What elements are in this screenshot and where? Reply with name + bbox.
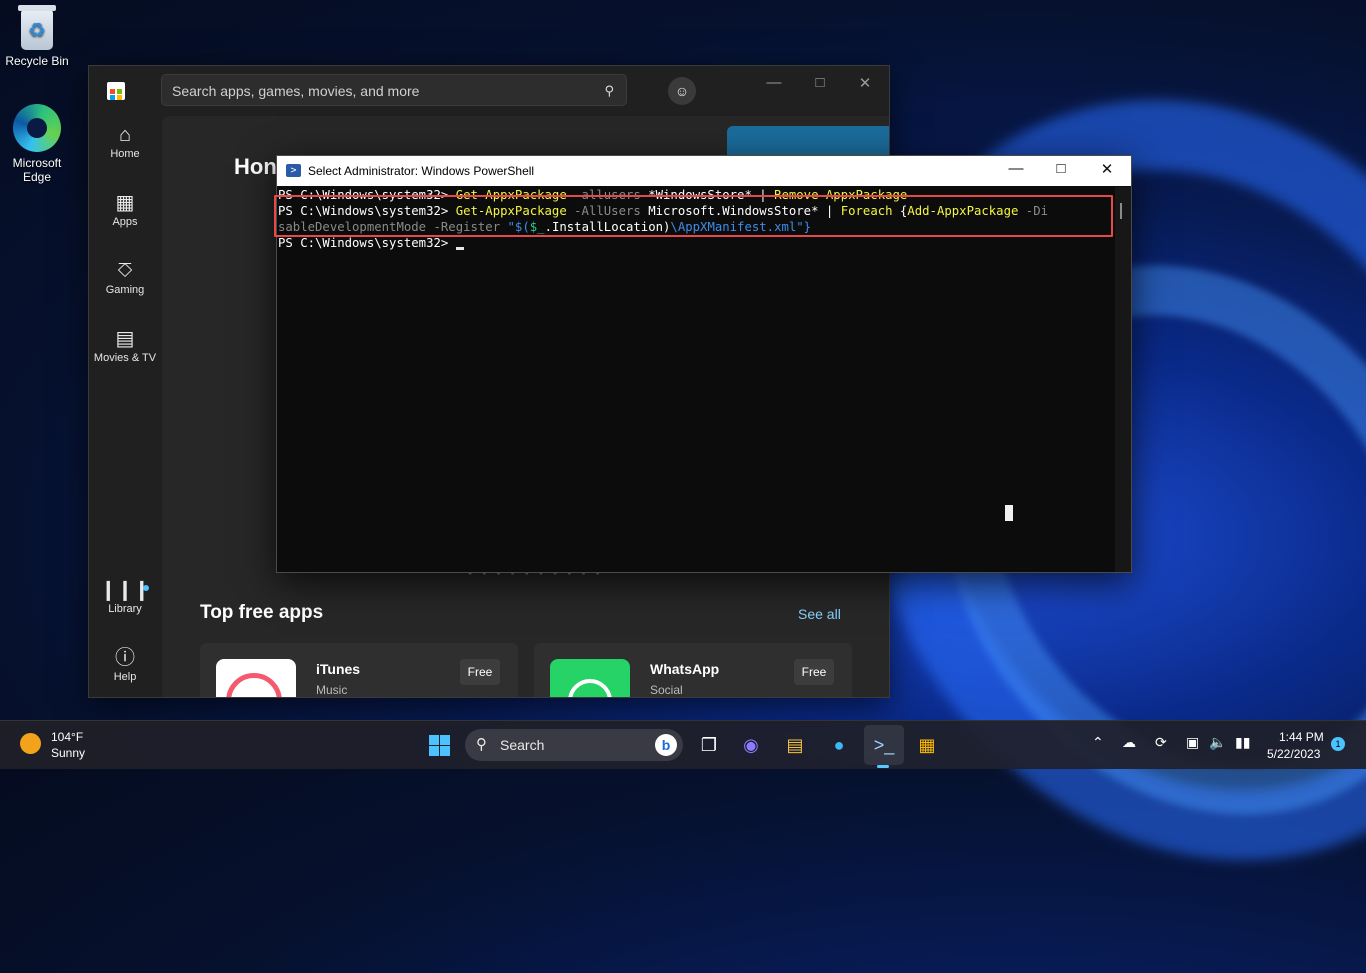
minimize-button[interactable]: —: [759, 74, 789, 91]
edge-taskbar-icon[interactable]: ●: [823, 730, 855, 760]
library-icon: ❙❙❙: [99, 579, 151, 601]
edge-label: Microsoft Edge: [12, 156, 62, 184]
app-category: Social: [650, 683, 683, 697]
weather-condition[interactable]: Sunny: [51, 746, 85, 760]
sidebar-item-label: Library: [108, 603, 142, 615]
page-title: Hon: [234, 154, 277, 179]
app-card-itunes[interactable]: iTunes Music Free: [200, 643, 518, 697]
scrollbar-thumb[interactable]: [1120, 203, 1122, 219]
sidebar-item-help[interactable]: ⓘ Help: [89, 645, 161, 697]
powershell-titlebar[interactable]: > Select Administrator: Windows PowerShe…: [277, 156, 1131, 186]
recycle-bin-label: Recycle Bin: [5, 54, 69, 68]
sidebar-item-gaming[interactable]: ⎏ Gaming: [89, 258, 161, 320]
app-name: WhatsApp: [650, 661, 720, 677]
task-view-icon[interactable]: ❐: [693, 730, 725, 760]
app-category: Music: [316, 683, 348, 697]
sidebar-item-label: Movies & TV: [93, 352, 157, 364]
window-title: Select Administrator: Windows PowerShell: [308, 164, 535, 178]
close-button[interactable]: ✕: [1092, 160, 1122, 178]
powershell-taskbar-icon[interactable]: >_: [868, 730, 900, 760]
close-button[interactable]: ✕: [850, 74, 880, 92]
display-icon[interactable]: ▣: [1186, 734, 1199, 751]
store-sidebar: ⌂ Home ▦ Apps ⎏ Gaming ▤ Movies & TV: [89, 116, 161, 388]
store-taskbar-icon[interactable]: ▦: [911, 730, 943, 760]
battery-icon[interactable]: ▮▮: [1235, 734, 1250, 751]
sidebar-item-apps[interactable]: ▦ Apps: [89, 190, 161, 252]
sidebar-item-library[interactable]: ❙❙❙ Library: [89, 577, 161, 639]
sun-icon[interactable]: [20, 733, 41, 754]
search-icon: ⚲: [476, 736, 487, 753]
weather-temperature[interactable]: 104°F: [51, 730, 83, 744]
highlight-annotation-box: [274, 195, 1113, 237]
sidebar-item-label: Apps: [112, 216, 138, 228]
terminal-scrollbar[interactable]: [1115, 187, 1131, 572]
clock-time[interactable]: 1:44 PM: [1279, 730, 1324, 744]
terminal-output[interactable]: PS C:\Windows\system32> Get-AppxPackage …: [277, 187, 1113, 572]
notification-badge[interactable]: 1: [1331, 737, 1345, 751]
chevron-up-icon[interactable]: ⌃: [1092, 734, 1104, 751]
get-free-button[interactable]: Free: [460, 659, 500, 685]
taskbar-search-label: Search: [500, 737, 545, 753]
desktop-icon-edge[interactable]: Microsoft Edge: [0, 104, 74, 184]
text-cursor: [455, 247, 464, 250]
gaming-icon: ⎏: [117, 260, 133, 282]
teams-chat-icon[interactable]: ◉: [735, 730, 767, 760]
sidebar-item-label: Gaming: [105, 284, 145, 296]
volume-icon[interactable]: 🔈: [1209, 734, 1226, 751]
profile-icon[interactable]: ☺: [668, 77, 696, 105]
taskbar: 104°F Sunny ⚲ Search b ❐ ◉ ▤ ● >_ ▦ ⌃ ☁ …: [0, 720, 1366, 769]
app-name: iTunes: [316, 661, 361, 677]
home-icon: ⌂: [118, 124, 132, 146]
clock-date[interactable]: 5/22/2023: [1267, 747, 1320, 761]
mouse-ibeam-cursor: [1005, 505, 1013, 521]
minimize-button[interactable]: —: [1001, 160, 1031, 177]
bing-icon[interactable]: b: [655, 734, 677, 756]
store-logo-icon: [107, 82, 125, 100]
see-all-link[interactable]: See all: [798, 606, 841, 622]
search-icon[interactable]: ⚲: [604, 75, 614, 107]
taskbar-search[interactable]: ⚲ Search b: [465, 729, 683, 761]
section-title: Top free apps: [200, 602, 324, 623]
store-search-input[interactable]: Search apps, games, movies, and more ⚲: [161, 74, 627, 106]
edge-icon: [13, 104, 61, 152]
whatsapp-icon: [550, 659, 630, 697]
store-sidebar-bottom: ❙❙❙ Library ⓘ Help: [89, 571, 161, 697]
library-update-badge: [143, 585, 149, 591]
sync-icon[interactable]: ⟳: [1155, 734, 1167, 751]
get-free-button[interactable]: Free: [794, 659, 834, 685]
onedrive-icon[interactable]: ☁: [1122, 734, 1136, 751]
sidebar-item-label: Home: [110, 148, 140, 160]
maximize-button[interactable]: □: [805, 74, 835, 91]
desktop-icon-recycle-bin[interactable]: Recycle Bin: [0, 0, 74, 68]
sidebar-item-home[interactable]: ⌂ Home: [89, 122, 161, 184]
app-card-whatsapp[interactable]: WhatsApp Social Free: [534, 643, 852, 697]
recycle-bin-icon: [18, 5, 56, 50]
terminal-line-4: PS C:\Windows\system32>: [278, 235, 464, 251]
store-search-placeholder: Search apps, games, movies, and more: [172, 83, 420, 99]
start-button[interactable]: [424, 730, 456, 760]
sidebar-item-movies[interactable]: ▤ Movies & TV: [89, 326, 161, 388]
apps-icon: ▦: [115, 192, 135, 214]
file-explorer-icon[interactable]: ▤: [779, 730, 811, 760]
maximize-button[interactable]: □: [1046, 160, 1076, 177]
sidebar-item-label: Help: [113, 671, 137, 683]
powershell-icon: >: [286, 164, 301, 177]
itunes-icon: [216, 659, 296, 697]
movies-icon: ▤: [115, 328, 135, 350]
help-icon: ⓘ: [115, 647, 135, 669]
